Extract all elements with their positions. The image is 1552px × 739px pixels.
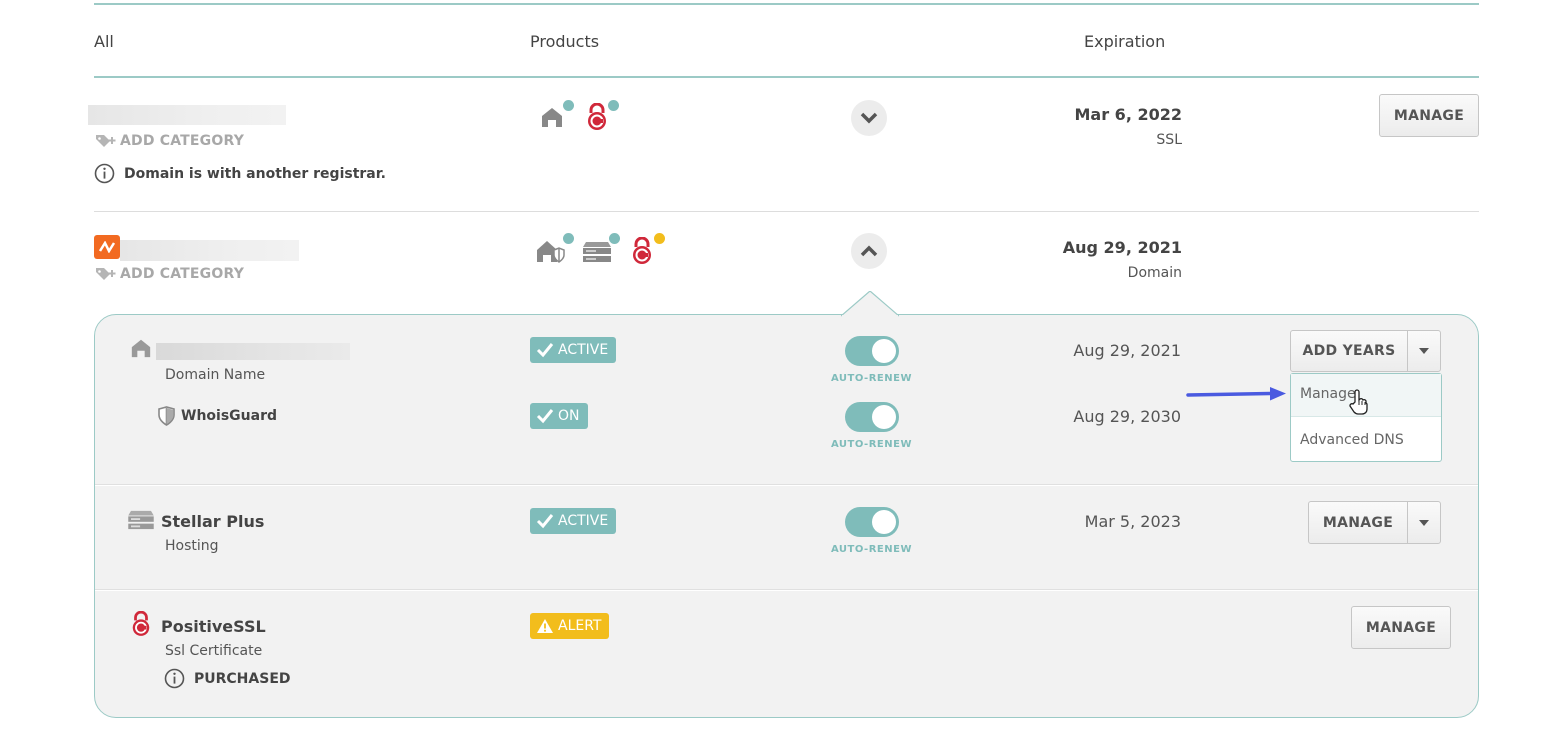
status-badge: ON	[530, 403, 588, 429]
status-badge-label: ALERT	[558, 618, 602, 634]
house-icon	[540, 105, 564, 133]
product-type-label: Ssl Certificate	[165, 643, 263, 659]
registrar-notice-text: Domain is with another registrar.	[124, 165, 386, 182]
info-icon	[164, 668, 185, 689]
product-type-label: Domain Name	[165, 367, 266, 383]
hand-cursor-icon	[1349, 389, 1369, 419]
status-dot	[608, 100, 619, 111]
status-badge-label: ACTIVE	[558, 513, 609, 529]
expiration-type: Domain	[1127, 265, 1182, 281]
shield-icon	[158, 406, 175, 426]
expiration-date: Mar 6, 2022	[1074, 105, 1183, 124]
auto-renew-label: AUTO-RENEW	[831, 544, 912, 555]
check-icon	[536, 343, 554, 358]
status-dot	[609, 233, 620, 244]
purchased-status: PURCHASED	[164, 668, 291, 689]
info-icon	[94, 163, 115, 184]
manage-button[interactable]: MANAGE	[1308, 501, 1408, 544]
whoisguard-product: WhoisGuard	[158, 406, 277, 426]
purchased-label: PURCHASED	[194, 670, 291, 687]
add-years-dropdown-toggle[interactable]	[1407, 330, 1441, 372]
status-badge-label: ACTIVE	[558, 342, 609, 358]
status-dot	[563, 233, 574, 244]
expiration-date: Aug 29, 2021	[1073, 341, 1181, 360]
add-category-label: ADD CATEGORY	[120, 133, 245, 149]
namecheap-logo-icon	[94, 235, 120, 259]
manage-button[interactable]: MANAGE	[1379, 94, 1479, 137]
chevron-down-icon	[860, 112, 878, 124]
redacted-domain-name	[88, 105, 286, 125]
ssl-lock-icon	[585, 102, 609, 135]
add-category-label: ADD CATEGORY	[120, 266, 245, 282]
auto-renew-label: AUTO-RENEW	[831, 373, 912, 384]
auto-renew-toggle[interactable]	[845, 336, 899, 366]
expand-row-button[interactable]	[851, 100, 887, 136]
add-years-button[interactable]: ADD YEARS	[1290, 330, 1408, 372]
product-name: WhoisGuard	[181, 408, 277, 424]
caret-down-icon	[1419, 348, 1429, 354]
product-name: PositiveSSL	[161, 617, 266, 636]
header-divider	[94, 76, 1479, 78]
warning-icon	[537, 619, 553, 633]
tag-plus-icon	[96, 268, 116, 280]
chevron-up-icon	[860, 245, 878, 257]
collapse-row-button[interactable]	[851, 233, 887, 269]
expiration-date: Aug 29, 2030	[1073, 407, 1181, 426]
expiration-date: Mar 5, 2023	[1084, 512, 1181, 531]
status-badge: ACTIVE	[530, 508, 617, 534]
registrar-notice: Domain is with another registrar.	[94, 163, 386, 184]
check-icon	[536, 514, 554, 529]
status-badge: ACTIVE	[530, 337, 617, 363]
expiration-date: Aug 29, 2021	[1062, 238, 1182, 257]
top-divider	[94, 3, 1479, 5]
expiration-type: SSL	[1156, 132, 1182, 148]
auto-renew-label: AUTO-RENEW	[831, 439, 912, 450]
tag-plus-icon	[96, 135, 116, 147]
add-category-link[interactable]: ADD CATEGORY	[95, 266, 244, 282]
column-header-all[interactable]: All	[94, 32, 114, 51]
ssl-lock-icon	[130, 610, 152, 641]
caret-down-icon	[1419, 519, 1429, 526]
status-dot-alert	[654, 233, 665, 244]
house-icon	[130, 337, 152, 363]
house-shield-icon	[536, 238, 566, 268]
status-badge-label: ON	[558, 408, 580, 424]
panel-row-divider	[95, 484, 1478, 486]
manage-button[interactable]: MANAGE	[1351, 606, 1451, 649]
status-dot	[563, 100, 574, 111]
column-header-products[interactable]: Products	[530, 32, 599, 51]
add-category-link[interactable]: ADD CATEGORY	[95, 133, 244, 149]
product-name: Stellar Plus	[161, 512, 265, 531]
menu-item-advanced-dns[interactable]: Advanced DNS	[1291, 418, 1441, 462]
panel-row-divider	[95, 589, 1478, 591]
product-type-label: Hosting	[165, 538, 219, 554]
redacted-domain-name	[120, 240, 299, 261]
auto-renew-toggle[interactable]	[845, 507, 899, 537]
manage-dropdown-toggle[interactable]	[1407, 501, 1441, 544]
ssl-lock-icon	[630, 236, 654, 269]
arrow-right-icon	[1186, 386, 1288, 406]
expanded-details-panel	[94, 314, 1479, 718]
auto-renew-toggle[interactable]	[845, 402, 899, 432]
check-icon	[536, 409, 554, 424]
status-badge: ALERT	[530, 613, 610, 639]
server-icon	[128, 510, 154, 534]
row-divider	[94, 211, 1479, 212]
redacted-domain-name	[156, 343, 350, 360]
column-header-expiration[interactable]: Expiration	[1084, 32, 1165, 51]
server-icon	[583, 241, 611, 267]
